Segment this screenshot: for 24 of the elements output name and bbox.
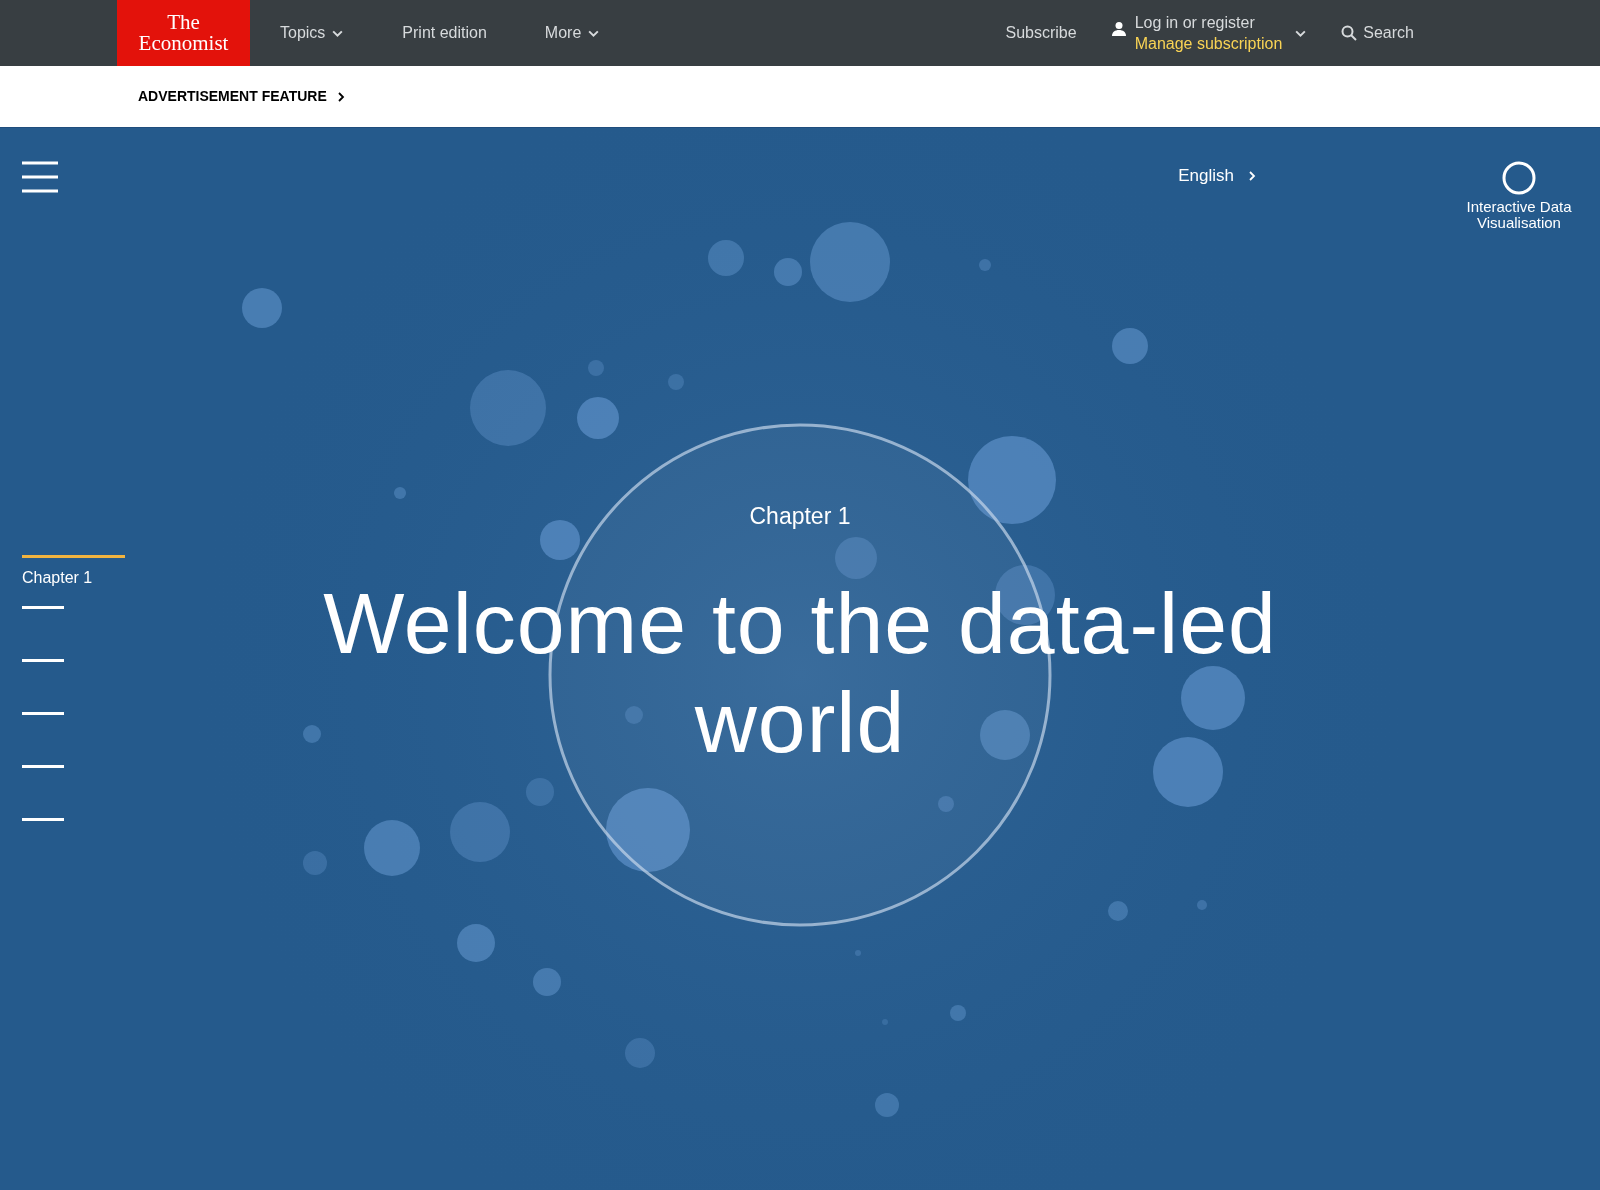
advertisement-feature-link[interactable]: ADVERTISEMENT FEATURE <box>138 86 347 107</box>
chapter-marker[interactable] <box>22 606 64 609</box>
chapter-marker[interactable] <box>22 712 64 715</box>
language-selector[interactable]: English <box>1178 163 1258 189</box>
subscribe-link[interactable]: Subscribe <box>1005 21 1077 45</box>
circle-icon <box>1502 161 1536 195</box>
person-icon <box>1110 21 1127 37</box>
nav-link[interactable]: Topics <box>280 21 345 45</box>
hero-headline: Welcome to the data-led world <box>323 573 1277 772</box>
chapter-marker[interactable] <box>22 765 64 768</box>
search-icon <box>1341 25 1358 41</box>
nav-link[interactable]: More <box>544 21 601 45</box>
login-link[interactable]: Log in or register <box>1134 12 1283 33</box>
economist-logo[interactable]: The Economist <box>117 0 250 66</box>
chapter-marker[interactable] <box>22 818 64 821</box>
chapter-eyebrow: Chapter 1 <box>749 502 851 531</box>
manage-subscription-link[interactable]: Manage subscription <box>1134 33 1283 54</box>
menu-icon[interactable] <box>22 161 58 193</box>
search-link[interactable]: Search <box>1341 21 1414 45</box>
nav-link[interactable]: Print edition <box>402 21 487 45</box>
chapter-marker[interactable] <box>22 659 64 662</box>
chevron-right-icon <box>1246 169 1258 182</box>
account-menu[interactable]: Log in or register Manage subscription <box>1134 12 1308 54</box>
interactive-data-visualisation-label: Interactive Data Visualisation <box>1465 199 1573 231</box>
